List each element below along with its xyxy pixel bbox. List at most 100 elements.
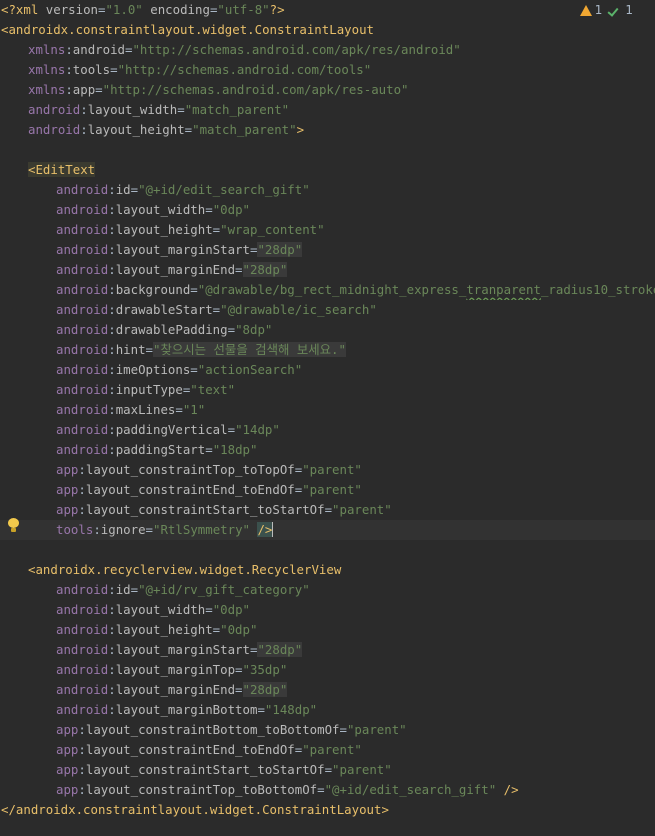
attr-namespace: xmlns: [28, 42, 66, 57]
attr-sep: :: [108, 222, 116, 237]
attr-sep: :: [80, 102, 88, 117]
prolog-close: ?>: [269, 2, 285, 17]
attr-eq: =: [95, 82, 103, 97]
code-line: android:layout_height="match_parent">: [0, 120, 655, 140]
code-line: android:layout_marginEnd="28dp": [0, 680, 655, 700]
code-line: android:paddingVertical="14dp": [0, 420, 655, 440]
attr-value: "14dp": [235, 422, 280, 437]
attr-name: ignore: [100, 522, 146, 537]
attr-value: "28dp": [242, 682, 288, 697]
attr-sep: :: [78, 742, 86, 757]
warnings-indicator[interactable]: 1: [579, 3, 602, 17]
attr-sep: :: [78, 462, 86, 477]
attr-namespace: android: [56, 622, 109, 637]
attr-value: "0dp": [220, 622, 258, 637]
attr-namespace: app: [56, 482, 79, 497]
attr-sep: :: [108, 422, 116, 437]
attr-value: "@drawable/bg_rect_midnight_express_: [197, 282, 467, 297]
attr-value: "match_parent": [192, 122, 297, 137]
code-line: app:layout_constraintStart_toStartOf="pa…: [0, 760, 655, 780]
attr-value: "18dp": [212, 442, 258, 457]
attr-name: layout_constraintTop_toTopOf: [85, 462, 295, 477]
code-line: <EditText: [0, 160, 655, 180]
attr-name: id: [115, 182, 131, 197]
code-line: android:layout_marginEnd="28dp": [0, 260, 655, 280]
attr-sep: :: [108, 682, 116, 697]
attr-namespace: android: [56, 302, 109, 317]
text-caret: [272, 522, 274, 537]
attr-value: "8dp": [235, 322, 273, 337]
attr-sep: :: [78, 782, 86, 797]
lightbulb-icon[interactable]: [8, 518, 19, 533]
attr-namespace: app: [56, 502, 79, 517]
attr-value: "찾으시는 선물을 검색해 보세요.": [153, 342, 346, 357]
attr-sep: :: [65, 62, 73, 77]
attr-value: "@+id/edit_search_gift": [138, 182, 310, 197]
attr-namespace: android: [56, 642, 109, 657]
code-line: <?xml version="1.0" encoding="utf-8"?>: [0, 0, 655, 20]
attr-sep: :: [108, 202, 116, 217]
attr-namespace: android: [56, 182, 109, 197]
attr-sep: :: [108, 322, 116, 337]
attr-sep: :: [78, 482, 86, 497]
code-line: android:inputType="text": [0, 380, 655, 400]
attr-name: drawableStart: [115, 302, 213, 317]
code-line: <androidx.constraintlayout.widget.Constr…: [0, 20, 655, 40]
attr-value: "http://schemas.android.com/apk/res-auto…: [102, 82, 409, 97]
code-line: app:layout_constraintTop_toTopOf="parent…: [0, 460, 655, 480]
code-line: android:layout_marginTop="35dp": [0, 660, 655, 680]
attr-value: "148dp": [264, 702, 318, 717]
root-close-tag: </androidx.constraintlayout.widget.Const…: [1, 802, 389, 817]
typos-indicator[interactable]: 1: [609, 3, 633, 17]
attr-eq: =: [235, 262, 243, 277]
attr-sep: :: [108, 642, 116, 657]
attr-name: imeOptions: [115, 362, 191, 377]
attr-value: "@+id/rv_gift_category": [138, 582, 310, 597]
attr-value: "parent": [302, 462, 362, 477]
attr-namespace: app: [56, 462, 79, 477]
code-line: app:layout_constraintEnd_toEndOf="parent…: [0, 480, 655, 500]
inspection-widget[interactable]: 1 1: [579, 3, 633, 17]
attr-name: layout_height: [87, 122, 185, 137]
attr-value: "parent": [346, 722, 407, 737]
prolog-name: xml: [15, 2, 39, 17]
code-line: android:layout_marginBottom="148dp": [0, 700, 655, 720]
attr-namespace: android: [28, 122, 81, 137]
code-line-current: tools:ignore="RtlSymmetry" />: [0, 520, 655, 540]
attr-value: "28dp": [257, 642, 303, 657]
attr-name: layout_marginBottom: [115, 702, 258, 717]
code-line: android:id="@+id/edit_search_gift": [0, 180, 655, 200]
attr-name: layout_height: [115, 222, 213, 237]
code-line: android:paddingStart="18dp": [0, 440, 655, 460]
attr-sep: :: [65, 42, 73, 57]
tag-end: />: [257, 522, 273, 537]
attr-name: paddingVertical: [115, 422, 228, 437]
code-line: android:layout_height="0dp": [0, 620, 655, 640]
recycler-open-tag: <androidx.recyclerview.widget.RecyclerVi…: [28, 562, 342, 577]
attr-value: "parent": [332, 762, 392, 777]
attr-sep: :: [108, 182, 116, 197]
attr-name: layout_constraintStart_toStartOf: [85, 762, 325, 777]
attr-sep: :: [108, 242, 116, 257]
attr-sep: :: [108, 402, 116, 417]
attr-name: layout_width: [115, 602, 206, 617]
root-open-tag: <androidx.constraintlayout.widget.Constr…: [1, 22, 374, 37]
attr-eq: =: [145, 522, 154, 537]
attr-eq: =: [130, 182, 139, 197]
attr-eq: =: [175, 402, 183, 417]
code-line: android:maxLines="1": [0, 400, 655, 420]
attr-namespace: android: [56, 682, 109, 697]
edittext-open-tag: <EditText: [28, 162, 96, 177]
attr-value: "@drawable/ic_search": [220, 302, 377, 317]
code-editor[interactable]: <?xml version="1.0" encoding="utf-8"?> <…: [0, 0, 655, 820]
attr-value: "match_parent": [184, 102, 290, 117]
attr-sep: :: [93, 522, 101, 537]
attr-namespace: xmlns: [28, 62, 66, 77]
attr-name: android: [72, 42, 125, 57]
code-line: app:layout_constraintTop_toBottomOf="@+i…: [0, 780, 655, 800]
attr-name: layout_height: [115, 622, 213, 637]
attr-namespace: tools: [56, 522, 94, 537]
code-line: android:id="@+id/rv_gift_category": [0, 580, 655, 600]
attr-name: layout_constraintBottom_toBottomOf: [85, 722, 340, 737]
